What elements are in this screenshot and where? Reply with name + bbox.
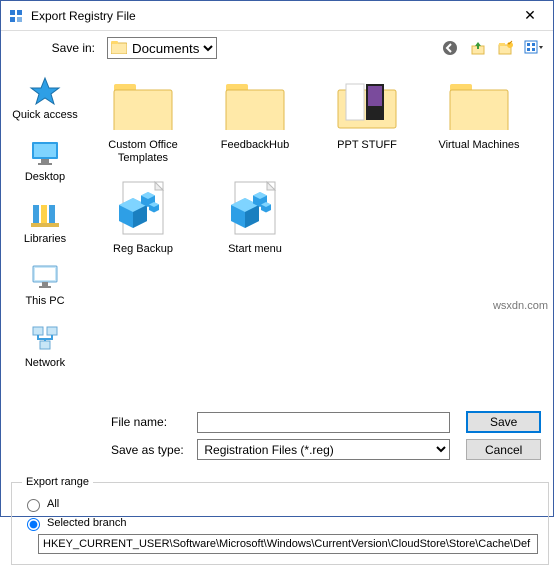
sidebar-label: Desktop: [5, 171, 85, 183]
file-item-folder[interactable]: Virtual Machines: [431, 69, 527, 169]
export-range-group: Export range All Selected branch: [11, 476, 549, 565]
this-pc-icon: [29, 261, 61, 293]
file-label: Start menu: [207, 243, 303, 269]
watermark: wsxdn.com: [493, 300, 548, 312]
radio-selected-branch[interactable]: [27, 518, 40, 531]
sidebar-item-libraries[interactable]: Libraries: [5, 195, 85, 253]
desktop-icon: [29, 137, 61, 169]
window-title: Export Registry File: [31, 9, 507, 23]
save-as-type-dropdown[interactable]: Registration Files (*.reg): [197, 439, 450, 460]
save-as-type-label: Save as type:: [111, 443, 189, 457]
save-button[interactable]: Save: [466, 411, 541, 433]
sidebar-label: Network: [5, 357, 85, 369]
save-fields: File name: Save Save as type: Registrati…: [101, 405, 553, 470]
radio-selected-branch-label: Selected branch: [47, 517, 127, 529]
export-range-selected-branch[interactable]: Selected branch: [22, 515, 538, 531]
file-label: FeedbackHub: [207, 139, 303, 165]
save-in-label: Save in:: [1, 41, 101, 55]
reg-file-icon: [95, 177, 191, 241]
file-label: Custom Office Templates: [95, 139, 191, 165]
back-button[interactable]: [439, 37, 461, 59]
close-button[interactable]: ✕: [507, 1, 553, 31]
quick-access-icon: [29, 75, 61, 107]
folder-icon: [431, 73, 527, 137]
radio-all[interactable]: [27, 499, 40, 512]
reg-file-icon: [207, 177, 303, 241]
view-menu-button[interactable]: [523, 37, 545, 59]
file-item-reg[interactable]: Reg Backup: [95, 173, 191, 273]
export-range-legend: Export range: [22, 476, 93, 488]
title-bar: Export Registry File ✕: [1, 1, 553, 31]
sidebar-label: This PC: [5, 295, 85, 307]
file-item-folder[interactable]: FeedbackHub: [207, 69, 303, 169]
regedit-icon: [9, 8, 25, 24]
sidebar-label: Libraries: [5, 233, 85, 245]
sidebar-item-this-pc[interactable]: This PC: [5, 257, 85, 315]
file-name-label: File name:: [111, 415, 189, 429]
file-label: Virtual Machines: [431, 139, 527, 165]
sidebar-item-network[interactable]: Network: [5, 319, 85, 377]
export-range-all[interactable]: All: [22, 496, 538, 512]
radio-all-label: All: [47, 498, 59, 510]
file-item-reg[interactable]: Start menu: [207, 173, 303, 273]
documents-icon: [111, 40, 127, 57]
file-label: Reg Backup: [95, 243, 191, 269]
file-item-folder[interactable]: PPT STUFF: [319, 69, 415, 169]
selected-branch-input[interactable]: [38, 534, 538, 554]
libraries-icon: [29, 199, 61, 231]
cancel-button[interactable]: Cancel: [466, 439, 541, 460]
file-item-folder[interactable]: Custom Office Templates: [95, 69, 191, 169]
places-sidebar: Quick access Desktop Libraries This PC N…: [1, 65, 89, 405]
folder-icon: [207, 73, 303, 137]
file-name-input[interactable]: [197, 412, 450, 433]
sidebar-label: Quick access: [5, 109, 85, 121]
network-icon: [29, 323, 61, 355]
folder-icon: [95, 73, 191, 137]
location-toolbar: Save in: Documents: [1, 31, 553, 65]
sidebar-item-desktop[interactable]: Desktop: [5, 133, 85, 191]
new-folder-button[interactable]: [495, 37, 517, 59]
sidebar-item-quick-access[interactable]: Quick access: [5, 71, 85, 129]
folder-preview-icon: [319, 73, 415, 137]
up-one-level-button[interactable]: [467, 37, 489, 59]
file-label: PPT STUFF: [319, 139, 415, 165]
file-list[interactable]: Custom Office Templates FeedbackHub PPT …: [89, 65, 553, 405]
